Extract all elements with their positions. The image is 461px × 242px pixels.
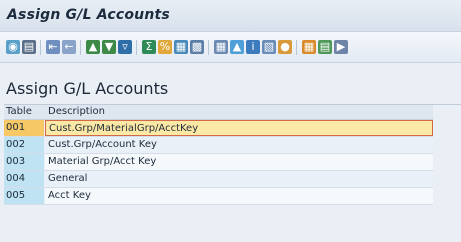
table-header: Table Description — [4, 105, 433, 120]
export-icon[interactable]: ▦ — [174, 40, 188, 54]
toolbar-separator — [40, 40, 41, 55]
subtotal-icon[interactable]: % — [158, 40, 172, 54]
spreadsheet-icon[interactable]: ▦ — [214, 40, 228, 54]
application-toolbar: ◉ ▤ ⇤ ← ▲ ▼ ▿ Σ % ▦ ▩ ▦ ▲ i ▧ ● ▦ ▤ ▶ — [0, 32, 461, 63]
row-key[interactable]: 004 — [4, 171, 44, 187]
row-description[interactable]: General — [45, 171, 433, 187]
layout-icon[interactable]: ▧ — [262, 40, 276, 54]
filter-icon[interactable]: ▿ — [118, 40, 132, 54]
grid-icon[interactable]: ▦ — [302, 40, 316, 54]
table-row[interactable]: 002 Cust.Grp/Account Key — [4, 137, 433, 154]
table-row[interactable]: 001 Cust.Grp/MaterialGrp/AcctKey — [4, 120, 433, 137]
row-key[interactable]: 002 — [4, 137, 44, 153]
content-area: Assign G/L Accounts Table Description 00… — [0, 63, 461, 242]
row-description[interactable]: Material Grp/Acct Key — [45, 154, 433, 170]
toolbar-separator — [208, 40, 209, 55]
row-description[interactable]: Cust.Grp/Account Key — [45, 137, 433, 153]
prev-page-icon[interactable]: ← — [62, 40, 76, 54]
title-bar: Assign G/L Accounts — [0, 0, 461, 32]
sum-icon[interactable]: Σ — [142, 40, 156, 54]
row-description[interactable]: Cust.Grp/MaterialGrp/AcctKey — [45, 120, 433, 136]
column-header-table[interactable]: Table — [6, 106, 32, 117]
graphic-icon[interactable]: ▲ — [230, 40, 244, 54]
toolbar-separator — [296, 40, 297, 55]
column-header-description[interactable]: Description — [48, 106, 105, 117]
zoom-icon[interactable]: ◉ — [6, 40, 20, 54]
sort-icon[interactable]: ▤ — [22, 40, 36, 54]
first-page-icon[interactable]: ⇤ — [46, 40, 60, 54]
sort-desc-icon[interactable]: ▼ — [102, 40, 116, 54]
row-key[interactable]: 005 — [4, 188, 44, 204]
table-row[interactable]: 003 Material Grp/Acct Key — [4, 154, 433, 171]
toolbar-separator — [136, 40, 137, 55]
row-key[interactable]: 003 — [4, 154, 44, 170]
abc-icon[interactable]: ● — [278, 40, 292, 54]
page-title: Assign G/L Accounts — [6, 79, 169, 98]
window-title: Assign G/L Accounts — [7, 7, 170, 23]
row-key[interactable]: 001 — [4, 120, 44, 136]
column-icon[interactable]: ▤ — [318, 40, 332, 54]
table-row[interactable]: 004 General — [4, 171, 433, 188]
sort-asc-icon[interactable]: ▲ — [86, 40, 100, 54]
toolbar-separator — [80, 40, 81, 55]
info-icon[interactable]: i — [246, 40, 260, 54]
accounts-table: Table Description 001 Cust.Grp/MaterialG… — [4, 105, 433, 205]
table-row[interactable]: 005 Acct Key — [4, 188, 433, 205]
more-icon[interactable]: ▶ — [334, 40, 348, 54]
print-icon[interactable]: ▩ — [190, 40, 204, 54]
row-description[interactable]: Acct Key — [45, 188, 433, 204]
